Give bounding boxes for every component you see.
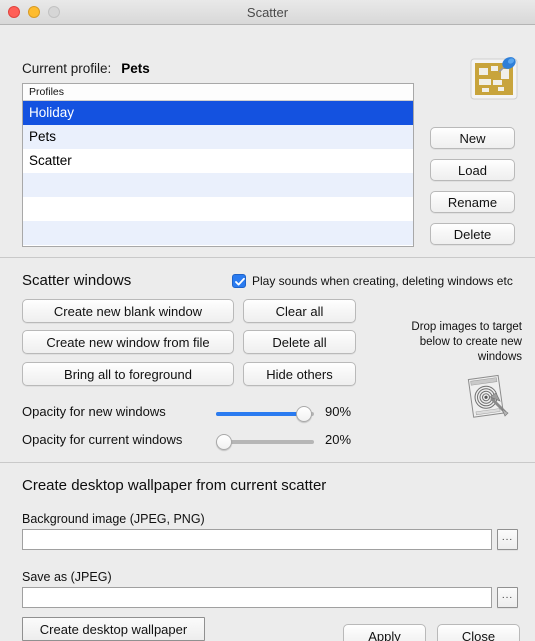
opacity-new-windows-slider[interactable] bbox=[216, 404, 314, 424]
slider-knob[interactable] bbox=[216, 434, 232, 450]
load-profile-button[interactable]: Load bbox=[430, 159, 515, 181]
wallpaper-heading: Create desktop wallpaper from current sc… bbox=[22, 477, 327, 494]
background-image-label: Background image (JPEG, PNG) bbox=[22, 512, 205, 526]
play-sounds-checkbox-row[interactable]: Play sounds when creating, deleting wind… bbox=[232, 274, 513, 288]
opacity-current-windows-value: 20% bbox=[325, 432, 352, 447]
corkboard-pin-icon bbox=[468, 55, 522, 105]
section-divider bbox=[0, 257, 535, 258]
current-profile-row: Current profile: Pets bbox=[22, 61, 150, 76]
window-title: Scatter bbox=[246, 5, 289, 20]
create-desktop-wallpaper-button[interactable]: Create desktop wallpaper bbox=[22, 617, 205, 641]
profiles-list[interactable]: Profiles Holiday Pets Scatter bbox=[22, 83, 414, 247]
opacity-new-windows-label: Opacity for new windows bbox=[22, 404, 166, 419]
checkmark-icon[interactable] bbox=[232, 274, 246, 288]
opacity-current-windows-slider[interactable] bbox=[216, 432, 314, 452]
hide-others-button[interactable]: Hide others bbox=[243, 362, 356, 386]
list-item[interactable]: Pets bbox=[23, 125, 413, 149]
list-item[interactable] bbox=[23, 197, 413, 221]
window-titlebar: Scatter bbox=[0, 0, 535, 25]
apply-button[interactable]: Apply bbox=[343, 624, 426, 641]
delete-all-button[interactable]: Delete all bbox=[243, 330, 356, 354]
background-image-input[interactable] bbox=[22, 529, 492, 550]
ellipsis-icon: ... bbox=[501, 531, 514, 543]
ellipsis-icon: ... bbox=[501, 589, 514, 601]
section-divider bbox=[0, 462, 535, 463]
scatter-preferences-window: Scatter Current profile: Pets Profiles H… bbox=[0, 0, 535, 641]
opacity-new-windows-value: 90% bbox=[325, 404, 352, 419]
slider-knob[interactable] bbox=[296, 406, 312, 422]
play-sounds-label: Play sounds when creating, deleting wind… bbox=[252, 274, 513, 288]
create-window-from-file-button[interactable]: Create new window from file bbox=[22, 330, 234, 354]
rename-profile-button[interactable]: Rename bbox=[430, 191, 515, 213]
list-item[interactable]: Holiday bbox=[23, 101, 413, 125]
clear-all-button[interactable]: Clear all bbox=[243, 299, 356, 323]
drop-images-hint: Drop images to target below to create ne… bbox=[411, 321, 522, 363]
list-item[interactable] bbox=[23, 221, 413, 245]
current-profile-label: Current profile: bbox=[22, 61, 112, 76]
save-as-label: Save as (JPEG) bbox=[22, 570, 112, 584]
scatter-windows-heading: Scatter windows bbox=[22, 272, 132, 289]
save-as-input[interactable] bbox=[22, 587, 492, 608]
new-profile-button[interactable]: New bbox=[430, 127, 515, 149]
window-content: Current profile: Pets Profiles Holiday P… bbox=[0, 25, 535, 641]
current-profile-value: Pets bbox=[121, 61, 150, 76]
browse-save-button[interactable]: ... bbox=[497, 587, 518, 608]
slider-fill bbox=[216, 412, 304, 416]
target-bullseye-icon[interactable] bbox=[462, 373, 514, 423]
list-item[interactable] bbox=[23, 173, 413, 197]
create-blank-window-button[interactable]: Create new blank window bbox=[22, 299, 234, 323]
bring-all-to-foreground-button[interactable]: Bring all to foreground bbox=[22, 362, 234, 386]
list-item[interactable]: Scatter bbox=[23, 149, 413, 173]
delete-profile-button[interactable]: Delete bbox=[430, 223, 515, 245]
close-button[interactable]: Close bbox=[437, 624, 520, 641]
opacity-current-windows-label: Opacity for current windows bbox=[22, 432, 183, 447]
browse-background-button[interactable]: ... bbox=[497, 529, 518, 550]
profiles-list-header: Profiles bbox=[23, 84, 413, 101]
